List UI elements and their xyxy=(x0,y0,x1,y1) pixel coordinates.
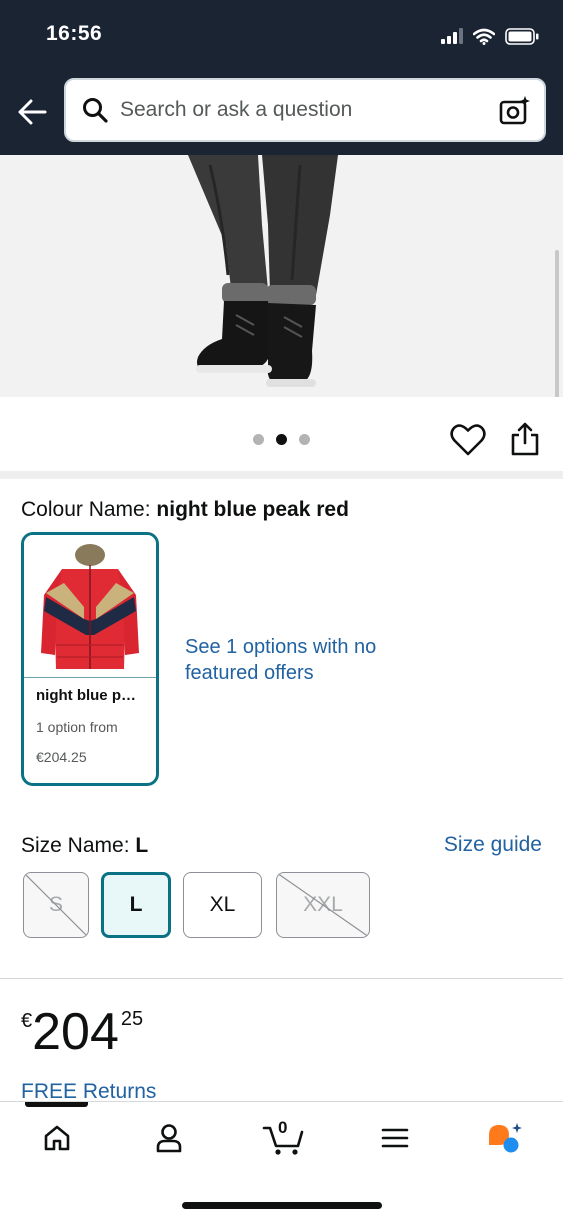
carousel-dot[interactable] xyxy=(253,434,264,445)
product-photo xyxy=(188,155,338,387)
jacket-thumbnail xyxy=(24,535,156,677)
colour-value: night blue peak red xyxy=(156,498,349,521)
colour-label: Colour Name: night blue peak red xyxy=(21,498,349,522)
swatch-option-count: 1 option from xyxy=(36,719,118,735)
nav-menu[interactable] xyxy=(370,1118,420,1158)
image-actions xyxy=(0,397,563,471)
share-button[interactable] xyxy=(508,421,542,457)
search-icon xyxy=(80,95,110,125)
colour-swatch[interactable]: night blue p… 1 option from €204.25 xyxy=(21,532,159,786)
section-divider xyxy=(0,978,563,979)
price-whole: 204 xyxy=(32,1003,119,1061)
carousel-dot-active[interactable] xyxy=(276,434,287,445)
status-icons xyxy=(441,24,539,48)
scrollbar[interactable] xyxy=(555,250,559,410)
unavailable-strike xyxy=(24,873,88,937)
size-option-xl[interactable]: XL xyxy=(183,872,262,938)
size-option-l[interactable]: L xyxy=(101,872,171,938)
arrow-left-icon xyxy=(18,99,47,125)
size-option-xxl[interactable]: XXL xyxy=(276,872,370,938)
size-option-s[interactable]: S xyxy=(23,872,89,938)
back-button[interactable] xyxy=(14,94,50,130)
section-divider xyxy=(0,471,563,479)
camera-search-button[interactable] xyxy=(498,94,532,128)
size-label-text: Size Name: xyxy=(21,834,130,857)
size-value: L xyxy=(135,834,149,857)
unavailable-strike xyxy=(277,873,369,937)
size-option-label: XL xyxy=(209,893,236,916)
active-tab-indicator xyxy=(25,1102,88,1107)
carousel-dots[interactable] xyxy=(253,434,310,445)
swatch-divider xyxy=(24,677,156,678)
price-fraction: 25 xyxy=(120,1008,144,1030)
wishlist-button[interactable] xyxy=(450,423,486,457)
nav-home[interactable] xyxy=(32,1118,82,1158)
price: € 204 25 xyxy=(21,1004,143,1060)
home-indicator xyxy=(182,1202,382,1209)
search-bar[interactable] xyxy=(64,78,546,142)
home-icon xyxy=(44,1125,70,1151)
wifi-icon xyxy=(473,28,495,45)
status-time: 16:56 xyxy=(46,22,103,45)
heart-icon xyxy=(450,424,486,456)
cart-count: 0 xyxy=(278,1118,288,1137)
product-image[interactable] xyxy=(0,155,563,397)
share-icon xyxy=(511,422,539,456)
swatch-price: €204.25 xyxy=(36,749,87,765)
menu-icon xyxy=(381,1128,409,1148)
account-icon xyxy=(156,1124,182,1153)
bottom-nav: 0 xyxy=(0,1101,563,1219)
see-options-link[interactable]: See 1 options with no featured offers xyxy=(185,634,425,686)
signal-icon xyxy=(441,28,463,44)
colour-label-text: Colour Name: xyxy=(21,498,151,521)
size-option-label: L xyxy=(129,893,143,916)
battery-icon xyxy=(505,27,539,45)
top-bar: 16:56 xyxy=(0,0,563,155)
size-guide-link[interactable]: Size guide xyxy=(444,833,542,857)
carousel-dot[interactable] xyxy=(299,434,310,445)
size-label: Size Name: L xyxy=(21,834,148,858)
swatch-name: night blue p… xyxy=(36,687,136,704)
camera-sparkle-icon xyxy=(499,96,530,125)
price-currency: € xyxy=(21,1010,33,1032)
search-input[interactable] xyxy=(120,98,480,122)
nav-account[interactable] xyxy=(144,1118,194,1158)
nav-rufus[interactable] xyxy=(480,1118,530,1158)
nav-cart[interactable]: 0 xyxy=(258,1118,310,1158)
rufus-icon xyxy=(489,1123,522,1153)
